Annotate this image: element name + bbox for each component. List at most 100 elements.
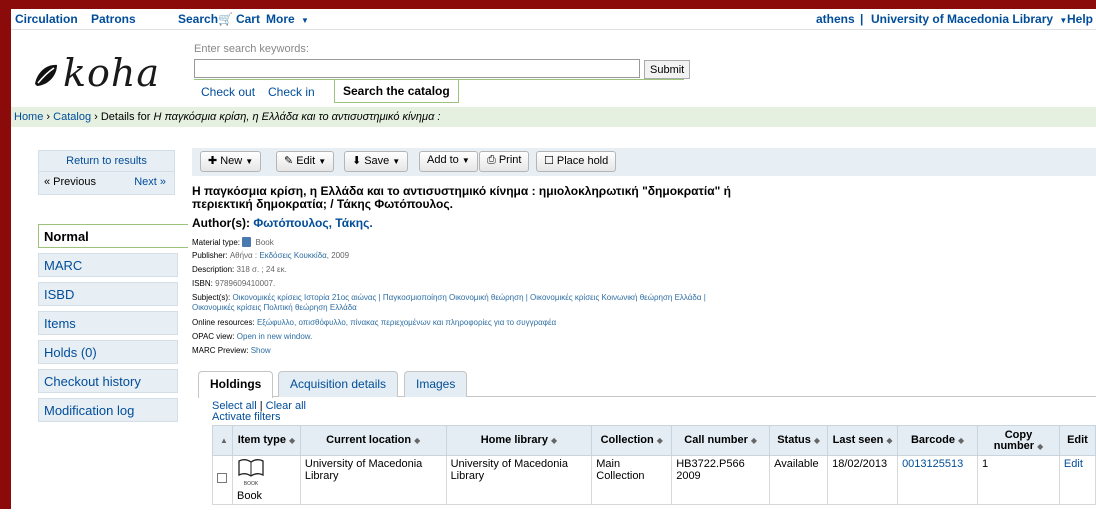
author-label: Author(s):	[192, 216, 250, 230]
top-nav: Circulation Patrons Search 🛒 Cart More ▼ …	[11, 9, 1096, 30]
cart-icon: 🛒	[218, 12, 233, 26]
record-author: Author(s): Φωτόπουλος, Τάκης.	[192, 216, 373, 230]
nav-library[interactable]: University of Macedonia Library ▼	[871, 12, 1067, 26]
holdings-table: ▲ Item type ◆ Current location ◆ Home libr…	[212, 425, 1096, 505]
header-last-seen[interactable]: Last seen ◆	[827, 425, 899, 456]
header-call-number[interactable]: Call number ◆	[671, 425, 771, 456]
isbn: ISBN: 9789609410007.	[192, 279, 275, 289]
breadcrumb-home[interactable]: Home	[14, 111, 43, 123]
header-status[interactable]: Status ◆	[769, 425, 829, 456]
edit-item-link[interactable]: Edit	[1064, 458, 1083, 470]
tab-acquisition-details[interactable]: Acquisition details	[278, 371, 399, 397]
caret-down-icon: ▼	[245, 157, 254, 166]
header-label: Last seen	[832, 434, 884, 446]
activate-filters-link[interactable]: Activate filters	[212, 411, 280, 423]
header-barcode[interactable]: Barcode ◆	[897, 425, 979, 456]
cell-call-number: HB3722.P566 2009	[671, 455, 771, 505]
tab-check-out[interactable]: Check out	[201, 85, 255, 99]
publisher-year: , 2009	[326, 251, 350, 260]
breadcrumb: Home › Catalog › Details for Η παγκόσμια…	[11, 107, 1096, 127]
nav-more[interactable]: More ▼	[266, 12, 309, 26]
row-checkbox[interactable]	[217, 473, 227, 483]
breadcrumb-details-prefix: Details for	[100, 111, 151, 123]
nav-more-label: More	[266, 12, 295, 26]
tab-images[interactable]: Images	[404, 371, 468, 397]
header-collection[interactable]: Collection ◆	[591, 425, 673, 456]
sort-icon: ◆	[813, 436, 820, 445]
tab-check-in[interactable]: Check in	[268, 85, 315, 99]
breadcrumb-catalog[interactable]: Catalog	[53, 111, 91, 123]
header-label: Barcode	[910, 434, 955, 446]
sort-icon: ◆	[957, 436, 965, 445]
material-label: Material type:	[192, 238, 241, 247]
header-label: Call number	[684, 434, 748, 446]
submit-button[interactable]: Submit	[644, 60, 691, 79]
header-item-type[interactable]: Item type ◆	[231, 425, 301, 456]
nav-circulation[interactable]: Circulation	[15, 12, 78, 26]
next-record-link[interactable]: Next »	[134, 176, 166, 188]
subjects-links-2[interactable]: Οικονομικές κρίσεις Πολιτική θεώρηση Ελλ…	[192, 303, 357, 312]
marc-preview: MARC Preview: Show	[192, 346, 271, 356]
print-label: Print	[498, 154, 522, 166]
place-hold-button[interactable]: ☐ Place hold	[536, 151, 617, 172]
save-label: Save	[364, 155, 390, 167]
view-modification-log[interactable]: Modification log	[38, 398, 178, 422]
header-current-location[interactable]: Current location ◆	[299, 425, 447, 456]
view-holds[interactable]: Holds (0)	[38, 340, 178, 364]
marc-show-link[interactable]: Show	[251, 346, 271, 355]
nav-user[interactable]: athens	[816, 12, 855, 26]
breadcrumb-title: Η παγκόσμια κρίση, η Ελλάδα και το αντισ…	[153, 111, 441, 123]
online-resource-link[interactable]: Εξώφυλλο, οπισθόφυλλο, πίνακας περιεχομέ…	[257, 318, 556, 327]
nav-library-label: University of Macedonia Library	[871, 12, 1054, 26]
return-to-results-link[interactable]: Return to results	[39, 155, 174, 167]
sort-icon: ◆	[886, 436, 893, 445]
breadcrumb-separator: ›	[94, 111, 98, 123]
caret-down-icon: ▼	[318, 157, 327, 166]
window-frame-left	[0, 0, 11, 509]
book-icon	[242, 237, 252, 247]
record-toolbar: ✚ New ▼ ✎ Edit ▼ ⬇ Save ▼ Add to ▼ ⎙ Print ☐ Plac…	[192, 148, 1096, 176]
new-button[interactable]: ✚ New ▼	[200, 151, 262, 172]
header-home-library[interactable]: Home library ◆	[445, 425, 593, 456]
view-normal[interactable]: Normal	[38, 224, 188, 248]
divider	[39, 171, 174, 172]
add-to-button[interactable]: Add to ▼	[419, 151, 478, 172]
record-views: Normal MARC ISBD Items Holds (0) Checkou…	[38, 224, 188, 427]
nav-search[interactable]: Search	[178, 12, 218, 26]
header-label: Current location	[326, 434, 412, 446]
record-title-line-2: περιεκτική δημοκρατία; / Τάκης Φωτόπουλο…	[192, 197, 453, 211]
view-marc[interactable]: MARC	[38, 253, 178, 277]
save-button[interactable]: ⬇ Save ▼	[344, 151, 409, 172]
cell-last-seen: 18/02/2013	[827, 455, 899, 505]
opac-link[interactable]: Open in new window.	[237, 332, 313, 341]
koha-logo[interactable]: koha	[33, 51, 160, 95]
previous-record[interactable]: « Previous	[44, 176, 96, 188]
header-select[interactable]: ▲	[212, 425, 233, 456]
subjects-links[interactable]: Οικονομικές κρίσεις Ιστορία 21ος αιώνας …	[232, 293, 705, 302]
view-items[interactable]: Items	[38, 311, 178, 335]
cell-copy-number: 1	[977, 455, 1060, 505]
tab-search-catalog[interactable]: Search the catalog	[334, 80, 459, 103]
author-link[interactable]: Φωτόπουλος, Τάκης.	[253, 216, 372, 230]
view-checkout-history[interactable]: Checkout history	[38, 369, 178, 393]
tab-holdings[interactable]: Holdings	[198, 371, 274, 398]
catalog-search-input[interactable]	[194, 59, 640, 78]
book-icon-caption: BOOK	[243, 481, 259, 487]
results-navigation: Return to results « Previous Next »	[38, 150, 175, 195]
edit-button[interactable]: ✎ Edit ▼	[276, 151, 335, 172]
nav-separator: |	[860, 12, 864, 26]
header-label: Item type	[237, 434, 286, 446]
header-copy-number[interactable]: Copy number ◆	[977, 425, 1060, 456]
publisher: Publisher: Αθήνα : Εκδόσεις Κουκκίδα, 20…	[192, 251, 349, 261]
nav-cart[interactable]: 🛒 Cart	[218, 12, 260, 26]
barcode-link[interactable]: 0013125513	[902, 458, 963, 470]
view-isbd[interactable]: ISBD	[38, 282, 178, 306]
description: Description: 318 σ. ; 24 εκ.	[192, 265, 287, 275]
logo-text: koha	[63, 51, 161, 95]
print-button[interactable]: ⎙ Print	[479, 151, 530, 172]
publisher-place: Αθήνα :	[229, 251, 258, 260]
nav-help[interactable]: Help	[1067, 12, 1093, 26]
publisher-link[interactable]: Εκδόσεις Κουκκίδα	[259, 251, 326, 260]
add-to-label: Add to	[427, 154, 459, 166]
nav-patrons[interactable]: Patrons	[91, 12, 136, 26]
